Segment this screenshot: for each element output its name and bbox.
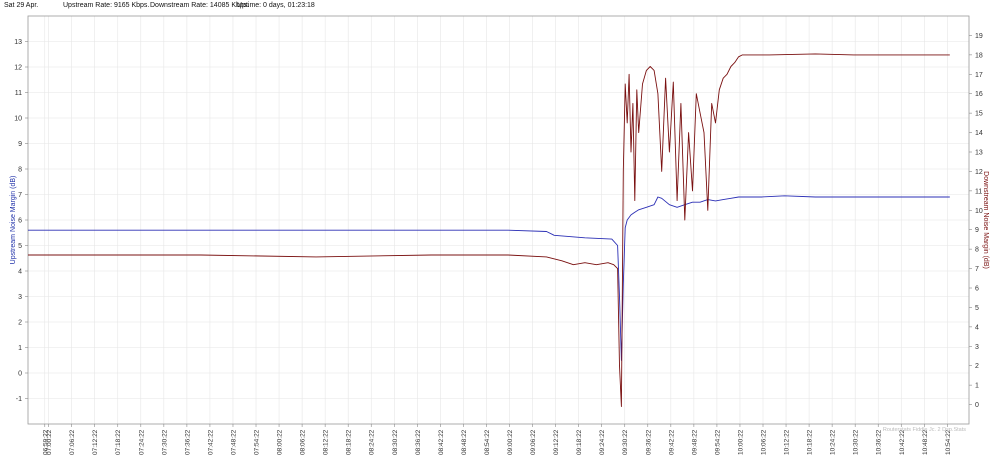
right-tick-label: 4 bbox=[975, 324, 979, 331]
right-tick-label: 0 bbox=[975, 402, 979, 409]
x-tick-label: 07:12:22 bbox=[92, 429, 99, 455]
x-tick-label: 09:30:22 bbox=[622, 429, 629, 455]
right-tick-label: 13 bbox=[975, 150, 983, 157]
x-tick-label: 09:00:22 bbox=[507, 429, 514, 455]
x-tick-label: 10:36:22 bbox=[876, 429, 883, 455]
x-tick-label: 09:48:22 bbox=[691, 429, 698, 455]
right-tick-label: 5 bbox=[975, 305, 979, 312]
watermark-text: Routerstats Fiddle Jc. 2 Dsp.Stats bbox=[883, 427, 966, 433]
x-tick-label: 10:24:22 bbox=[830, 429, 837, 455]
x-tick-label: 10:12:22 bbox=[784, 429, 791, 455]
series-layer bbox=[28, 53, 950, 407]
x-tick-label: 07:48:22 bbox=[230, 429, 237, 455]
right-tick-label: 1 bbox=[975, 383, 979, 390]
noise-margin-chart: -1012345678910111213 0123456789101112131… bbox=[10, 15, 989, 455]
right-tick-label: 16 bbox=[975, 91, 983, 98]
x-tick-label: 07:24:22 bbox=[138, 429, 145, 455]
right-tick-label: 15 bbox=[975, 111, 983, 118]
left-tick-label: 5 bbox=[18, 243, 22, 250]
x-tick-label: 07:18:22 bbox=[115, 429, 122, 455]
x-tick-label: 09:42:22 bbox=[668, 429, 675, 455]
x-tick-label: 08:30:22 bbox=[392, 429, 399, 455]
right-tick-label: 10 bbox=[975, 208, 983, 215]
right-axis-label: Downstream Noise Margin (dB) bbox=[982, 171, 989, 269]
left-tick-label: 12 bbox=[14, 65, 22, 72]
x-tick-label: 09:24:22 bbox=[599, 429, 606, 455]
x-tick-label: 09:12:22 bbox=[553, 429, 560, 455]
x-tick-label: 09:36:22 bbox=[645, 429, 652, 455]
x-tick-label: 07:06:22 bbox=[69, 429, 76, 455]
right-tick-label: 14 bbox=[975, 130, 983, 137]
right-tick-label: 8 bbox=[975, 247, 979, 254]
left-tick-label: 8 bbox=[18, 167, 22, 174]
x-tick-label: 07:42:22 bbox=[207, 429, 214, 455]
x-tick-label: 08:12:22 bbox=[323, 429, 330, 455]
x-tick-label: 09:18:22 bbox=[576, 429, 583, 455]
left-tick-label: 0 bbox=[18, 371, 22, 378]
left-tick-label: 3 bbox=[18, 294, 22, 301]
x-tick-label: 08:54:22 bbox=[484, 429, 491, 455]
left-tick-label: 7 bbox=[18, 192, 22, 199]
right-tick-label: 18 bbox=[975, 52, 983, 59]
right-tick-label: 3 bbox=[975, 344, 979, 351]
left-axis-label: Upstream Noise Margin (dB) bbox=[10, 176, 17, 265]
x-tick-label: 08:00:22 bbox=[277, 429, 284, 455]
x-tick-label: 10:18:22 bbox=[807, 429, 814, 455]
x-tick-label: 08:48:22 bbox=[461, 429, 468, 455]
x-tick-label: 08:42:22 bbox=[438, 429, 445, 455]
x-tick-label: 07:36:22 bbox=[184, 429, 191, 455]
left-tick-label: 4 bbox=[18, 269, 22, 276]
right-tick-label: 6 bbox=[975, 286, 979, 293]
x-tick-label: 10:54:22 bbox=[945, 429, 952, 455]
right-tick-label: 11 bbox=[975, 188, 982, 195]
x-tick-label: 09:06:22 bbox=[530, 429, 537, 455]
left-tick-label: 13 bbox=[14, 39, 22, 46]
chart-grid bbox=[28, 16, 969, 424]
x-tick-label: 10:00:22 bbox=[737, 429, 744, 455]
right-tick-label: 7 bbox=[975, 266, 979, 273]
x-tick-label: 08:06:22 bbox=[300, 429, 307, 455]
x-tick-label: 08:18:22 bbox=[346, 429, 353, 455]
right-tick-label: 9 bbox=[975, 227, 979, 234]
left-tick-label: 10 bbox=[14, 116, 22, 123]
right-tick-label: 2 bbox=[975, 363, 979, 370]
x-tick-label: 08:36:22 bbox=[415, 429, 422, 455]
left-tick-label: 11 bbox=[15, 90, 22, 97]
x-tick-label: 10:42:22 bbox=[899, 429, 906, 455]
right-axis-ticks: 012345678910111213141516171819 bbox=[969, 33, 983, 409]
left-tick-label: 6 bbox=[18, 218, 22, 225]
x-tick-label: 07:54:22 bbox=[254, 429, 261, 455]
left-tick-label: 2 bbox=[18, 320, 22, 327]
x-tick-label: 07:30:22 bbox=[161, 429, 168, 455]
upstream-series-line bbox=[28, 195, 950, 361]
x-tick-label: 10:06:22 bbox=[761, 429, 768, 455]
x-tick-label: 08:24:22 bbox=[369, 429, 376, 455]
right-tick-label: 17 bbox=[975, 72, 983, 79]
x-tick-label: 09:54:22 bbox=[714, 429, 721, 455]
right-tick-label: 12 bbox=[975, 169, 983, 176]
x-tick-label: 10:48:22 bbox=[922, 429, 929, 455]
x-tick-label: 07:00:22 bbox=[46, 429, 53, 455]
x-tick-label: 10:30:22 bbox=[853, 429, 860, 455]
left-tick-label: -1 bbox=[16, 396, 22, 403]
left-tick-label: 9 bbox=[18, 141, 22, 148]
right-tick-label: 19 bbox=[975, 33, 983, 40]
left-tick-label: 1 bbox=[18, 345, 22, 352]
x-axis-ticks: 06:59:2207:00:22 07:06:22 07:12:22 07:18:22… bbox=[42, 424, 952, 455]
